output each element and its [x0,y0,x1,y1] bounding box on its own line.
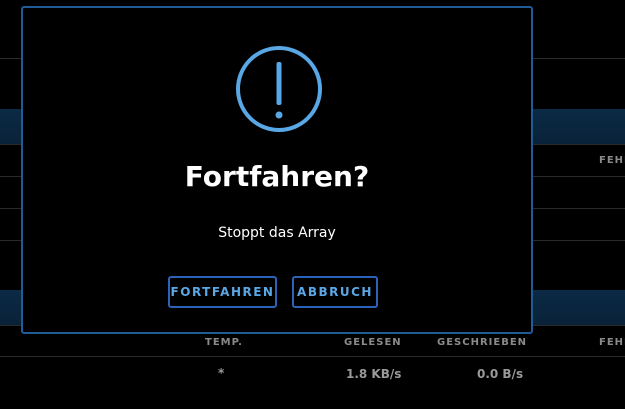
column-header-errors: FEHL [599,337,625,348]
cell-read: 1.8 KB/s [346,367,402,381]
divider [0,356,625,357]
cell-written: 0.0 B/s [477,367,524,381]
dialog-title: Fortfahren? [184,160,370,193]
cancel-button[interactable]: ABBRUCH [292,276,378,308]
column-header-errors-top: FEHL [599,155,625,166]
column-header-written: GESCHRIEBEN [437,337,528,348]
exclamation-circle-icon [236,46,322,132]
cell-temp: * [218,366,225,380]
page: FEHL TEMP. GELESEN GESCHRIEBEN FEHL * 1.… [0,0,625,409]
column-header-temp: TEMP. [205,337,243,348]
column-header-read: GELESEN [344,337,402,348]
confirm-dialog: Fortfahren? Stoppt das Array FORTFAHREN … [21,6,533,334]
confirm-button[interactable]: FORTFAHREN [168,276,277,308]
dialog-message: Stoppt das Array [218,225,336,241]
